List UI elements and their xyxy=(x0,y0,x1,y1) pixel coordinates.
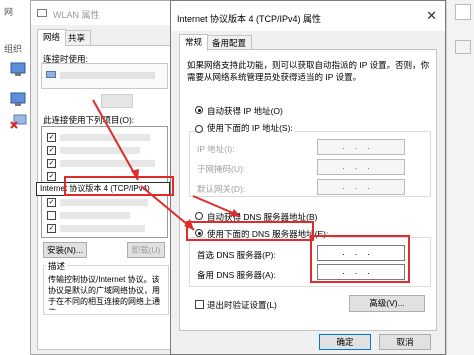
wlan-titlebar[interactable]: WLAN 属性 xyxy=(31,1,179,25)
network-icon xyxy=(37,9,47,17)
description-label: 描述 xyxy=(46,260,68,272)
adapter-name-box xyxy=(41,63,168,89)
alternate-dns-label: 备用 DNS 服务器(A): xyxy=(197,270,276,280)
subnet-mask-label: 子网掩码(U): xyxy=(197,164,246,174)
list-item-blurred[interactable] xyxy=(60,212,130,219)
item-checkbox[interactable]: ✓ xyxy=(47,224,56,233)
ip-address-field[interactable]: ... xyxy=(317,139,405,155)
close-icon[interactable]: ✕ xyxy=(426,8,437,24)
background-toolbar-fragment: 组织 xyxy=(4,44,23,54)
gateway-label: 默认网关(D): xyxy=(197,184,246,194)
network-adapter-icon-2[interactable] xyxy=(10,92,28,108)
wlan-title: WLAN 属性 xyxy=(53,10,100,20)
restore-button[interactable] xyxy=(455,4,471,20)
adapter-icon xyxy=(46,71,56,78)
configure-button-blurred[interactable] xyxy=(101,94,133,108)
ip-auto-radio[interactable] xyxy=(195,106,203,114)
advanced-button[interactable]: 高级(V)... xyxy=(349,295,425,312)
ip-address-label: IP 地址(I): xyxy=(197,144,235,154)
tcpipv4-properties-dialog: Internet 协议版本 4 (TCP/IPv4) 属性 ✕ 常规 备用配置 … xyxy=(170,0,446,355)
cancel-button[interactable]: 取消 xyxy=(379,334,431,350)
ok-button[interactable]: 确定 xyxy=(319,334,371,350)
tab-general[interactable]: 常规 xyxy=(179,34,209,51)
install-button[interactable]: 安装(N)... xyxy=(43,242,87,258)
uninstall-button[interactable]: 卸载(U) xyxy=(127,242,165,258)
dialog-titlebar[interactable]: Internet 协议版本 4 (TCP/IPv4) 属性 ✕ xyxy=(171,1,445,31)
item-checkbox[interactable]: ✓ xyxy=(47,146,56,155)
background-title-fragment: 网 xyxy=(4,7,14,17)
dialog-title: Internet 协议版本 4 (TCP/IPv4) 属性 xyxy=(177,14,322,24)
ip-auto-label[interactable]: 自动获得 IP 地址(O) xyxy=(207,105,283,117)
list-item-blurred[interactable] xyxy=(60,134,150,141)
description-text: 传输控制协议/Internet 协议。该协议是默认的广域网络协议，用于在不同的相… xyxy=(48,275,160,310)
tab-network[interactable]: 网络 xyxy=(37,29,67,46)
tab-sharing[interactable]: 共享 xyxy=(62,30,92,45)
intro-text: 如果网络支持此功能，则可以获取自动指派的 IP 设置。否则，你需要从网络系统管理… xyxy=(187,60,430,82)
item-checkbox[interactable]: ✓ xyxy=(47,159,56,168)
list-item-blurred[interactable] xyxy=(60,160,155,167)
tab-alternate-config[interactable]: 备用配置 xyxy=(206,35,253,50)
ip-manual-label[interactable]: 使用下面的 IP 地址(S): xyxy=(205,122,295,134)
tcpip-highlight-box xyxy=(64,176,174,196)
description-group: 描述 传输控制协议/Internet 协议。该协议是默认的广域网络协议，用于在不… xyxy=(43,260,169,315)
items-label: 此连接使用下列项目(O): xyxy=(43,115,135,125)
expand-button[interactable] xyxy=(455,40,471,54)
list-item-blurred[interactable] xyxy=(60,147,140,154)
background-control-panel: 网 组织 xyxy=(0,0,31,355)
item-checkbox[interactable]: ✓ xyxy=(47,172,56,181)
dns-auto-radio[interactable] xyxy=(195,212,203,220)
network-adapter-icon[interactable] xyxy=(10,62,28,78)
subnet-mask-field[interactable]: ... xyxy=(317,159,405,175)
gateway-field[interactable]: ... xyxy=(317,179,405,195)
item-checkbox[interactable]: ✓ xyxy=(47,198,56,207)
list-item-blurred[interactable] xyxy=(60,225,145,232)
preferred-dns-label: 首选 DNS 服务器(P): xyxy=(197,250,276,260)
disconnected-adapter-icon[interactable] xyxy=(10,114,28,130)
background-window-right-edge xyxy=(446,0,474,355)
dns-manual-highlight-box xyxy=(186,221,314,241)
validate-on-exit-label[interactable]: 退出时验证设置(L) xyxy=(207,299,277,311)
validate-on-exit-checkbox[interactable] xyxy=(195,300,204,309)
item-checkbox[interactable] xyxy=(47,211,56,220)
item-checkbox[interactable]: ✓ xyxy=(47,133,56,142)
adapter-name-blurred xyxy=(60,72,155,79)
dns-fields-highlight-box xyxy=(310,235,410,283)
list-item-blurred[interactable] xyxy=(60,199,148,206)
ip-manual-radio[interactable] xyxy=(195,125,203,133)
